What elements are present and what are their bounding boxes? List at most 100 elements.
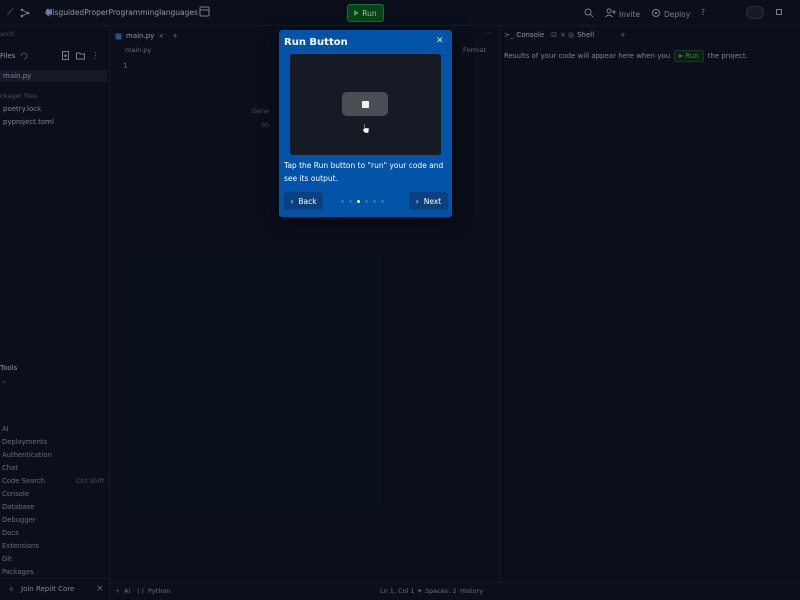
run-button-label: Run bbox=[362, 8, 377, 18]
file-pyproject-toml[interactable]: pyproject.toml bbox=[3, 118, 54, 126]
step-dot[interactable] bbox=[373, 200, 376, 203]
join-core-banner[interactable]: ✧ Join Replit Core × bbox=[0, 578, 110, 600]
tool-authentication[interactable]: Authentication bbox=[2, 451, 52, 459]
tool-debugger[interactable]: Debugger bbox=[2, 516, 36, 524]
shell-icon: ◎ bbox=[568, 31, 575, 39]
files-label: Files bbox=[0, 51, 16, 60]
tab-main-py[interactable]: main.py × + bbox=[115, 29, 178, 43]
new-file-icon[interactable] bbox=[61, 51, 70, 60]
spaces-setting[interactable]: Spaces: 2 bbox=[425, 587, 457, 595]
cursor-position[interactable]: Ln 1, Col 1 bbox=[380, 587, 415, 595]
pointer-cursor-icon bbox=[361, 123, 370, 136]
step-dot-active[interactable] bbox=[357, 200, 360, 203]
deploy-label: Deploy bbox=[664, 9, 691, 19]
tutorial-preview bbox=[290, 54, 441, 155]
project-name[interactable]: MisguidedProperProgramminglanguages bbox=[46, 8, 198, 17]
tutorial-body: Tap the Run button to "run" your code an… bbox=[284, 161, 444, 183]
invite-button[interactable]: Invite bbox=[605, 8, 640, 20]
core-icon: ✧ bbox=[8, 585, 15, 594]
tool-database[interactable]: Database bbox=[2, 503, 34, 511]
tool-extensions[interactable]: Extensions bbox=[2, 542, 39, 550]
inline-run-button[interactable]: Run bbox=[674, 50, 704, 62]
packager-files-label[interactable]: ckager files bbox=[0, 92, 37, 100]
tab-console[interactable]: >_ Console ⊡ × bbox=[504, 31, 566, 39]
deploy-icon bbox=[651, 8, 661, 20]
nodes-icon[interactable] bbox=[20, 8, 30, 18]
console-tab-menu-icon[interactable]: ⊡ bbox=[551, 31, 557, 39]
tool-console[interactable]: Console bbox=[2, 490, 29, 498]
tools-label: Tools bbox=[0, 364, 18, 372]
window-icon[interactable] bbox=[776, 9, 782, 15]
python-file-icon bbox=[115, 33, 122, 40]
tool-ai[interactable]: AI bbox=[2, 425, 9, 433]
editor-more-icon[interactable]: ⋯ bbox=[485, 29, 492, 37]
code-search-shortcut: Ctrl Shift bbox=[76, 477, 105, 485]
ai-status-icon[interactable]: ✧ bbox=[115, 587, 120, 595]
sidebar-search-input[interactable]: arch bbox=[0, 30, 14, 38]
generate-hint[interactable]: Gene bbox=[252, 107, 269, 115]
chevron-left-icon: ‹ bbox=[290, 196, 294, 206]
next-label: Next bbox=[423, 196, 442, 206]
step-dot[interactable] bbox=[341, 200, 344, 203]
deploy-button[interactable]: Deploy bbox=[651, 8, 690, 20]
search-icon[interactable] bbox=[584, 8, 594, 18]
sidebar-toggle-icon[interactable]: ⟋ bbox=[6, 7, 14, 18]
console-tab-label: Console bbox=[516, 31, 545, 39]
inline-run-label: Run bbox=[685, 52, 699, 60]
close-console-tab-icon[interactable]: × bbox=[560, 31, 566, 39]
sidebar: arch Files ⋮ main.py ckager files poetry… bbox=[0, 26, 110, 600]
line-number: 1 bbox=[123, 62, 128, 70]
step-dot[interactable] bbox=[349, 200, 352, 203]
language-status[interactable]: Python bbox=[148, 587, 171, 595]
shortcut-hint[interactable]: Sh bbox=[261, 121, 269, 129]
help-icon[interactable]: ? bbox=[701, 8, 705, 17]
shell-tab-label: Shell bbox=[577, 31, 595, 39]
spaces-icon: ✦ bbox=[417, 587, 423, 595]
tool-docs[interactable]: Docs bbox=[2, 529, 19, 537]
console-message-text: Results of your code will appear here wh… bbox=[504, 52, 671, 60]
add-user-icon bbox=[605, 8, 616, 20]
close-banner-icon[interactable]: × bbox=[96, 584, 104, 594]
step-dot[interactable] bbox=[365, 200, 368, 203]
add-tab-icon[interactable]: + bbox=[620, 31, 626, 39]
join-core-label: Join Replit Core bbox=[21, 585, 75, 593]
close-tab-icon[interactable]: × bbox=[158, 32, 164, 40]
avatar[interactable] bbox=[746, 6, 764, 19]
new-folder-icon[interactable] bbox=[76, 51, 86, 60]
files-header: Files ⋮ bbox=[0, 51, 110, 60]
more-options-icon[interactable]: ⋮ bbox=[91, 51, 99, 60]
invite-label: Invite bbox=[619, 9, 641, 19]
play-icon bbox=[354, 10, 360, 16]
tools-search-icon[interactable]: ⌕ bbox=[2, 378, 6, 387]
next-button[interactable]: › Next bbox=[409, 192, 448, 210]
top-bar: ⟋ MisguidedProperProgramminglanguages Ru… bbox=[0, 0, 800, 26]
tool-chat[interactable]: Chat bbox=[2, 464, 18, 472]
tab-shell[interactable]: ◎ Shell bbox=[568, 31, 594, 39]
back-label: Back bbox=[298, 196, 317, 206]
stop-button-illustration bbox=[342, 92, 388, 116]
status-bar: ✧ AI ⟨·⟩ Python Ln 1, Col 1 ✦ Spaces: 2 … bbox=[111, 582, 800, 600]
file-main-py[interactable]: main.py bbox=[0, 70, 107, 82]
tool-git[interactable]: Git bbox=[2, 555, 12, 563]
back-button[interactable]: ‹ Back bbox=[284, 192, 323, 210]
tutorial-title: Run Button bbox=[284, 37, 348, 48]
ai-status[interactable]: AI bbox=[124, 587, 130, 595]
console-message-end: the project. bbox=[707, 52, 748, 60]
file-poetry-lock[interactable]: poetry.lock bbox=[3, 105, 41, 113]
tab-label: main.py bbox=[126, 32, 155, 40]
console-message: Results of your code will appear here wh… bbox=[504, 50, 748, 62]
refresh-icon[interactable] bbox=[20, 52, 28, 60]
tool-code-search[interactable]: Code Search bbox=[2, 477, 45, 485]
close-icon[interactable]: ✕ bbox=[436, 36, 444, 46]
layout-icon[interactable] bbox=[199, 6, 210, 17]
play-icon bbox=[679, 54, 684, 58]
terminal-icon: >_ bbox=[504, 31, 514, 39]
tool-deployments[interactable]: Deployments bbox=[2, 438, 47, 446]
new-tab-icon[interactable]: + bbox=[172, 32, 178, 40]
history-button[interactable]: History bbox=[460, 587, 483, 595]
tool-packages[interactable]: Packages bbox=[2, 568, 34, 576]
breadcrumb[interactable]: main.py bbox=[125, 46, 151, 54]
run-button[interactable]: Run bbox=[347, 4, 384, 22]
step-dot[interactable] bbox=[381, 200, 384, 203]
format-button[interactable]: Format bbox=[463, 46, 486, 54]
